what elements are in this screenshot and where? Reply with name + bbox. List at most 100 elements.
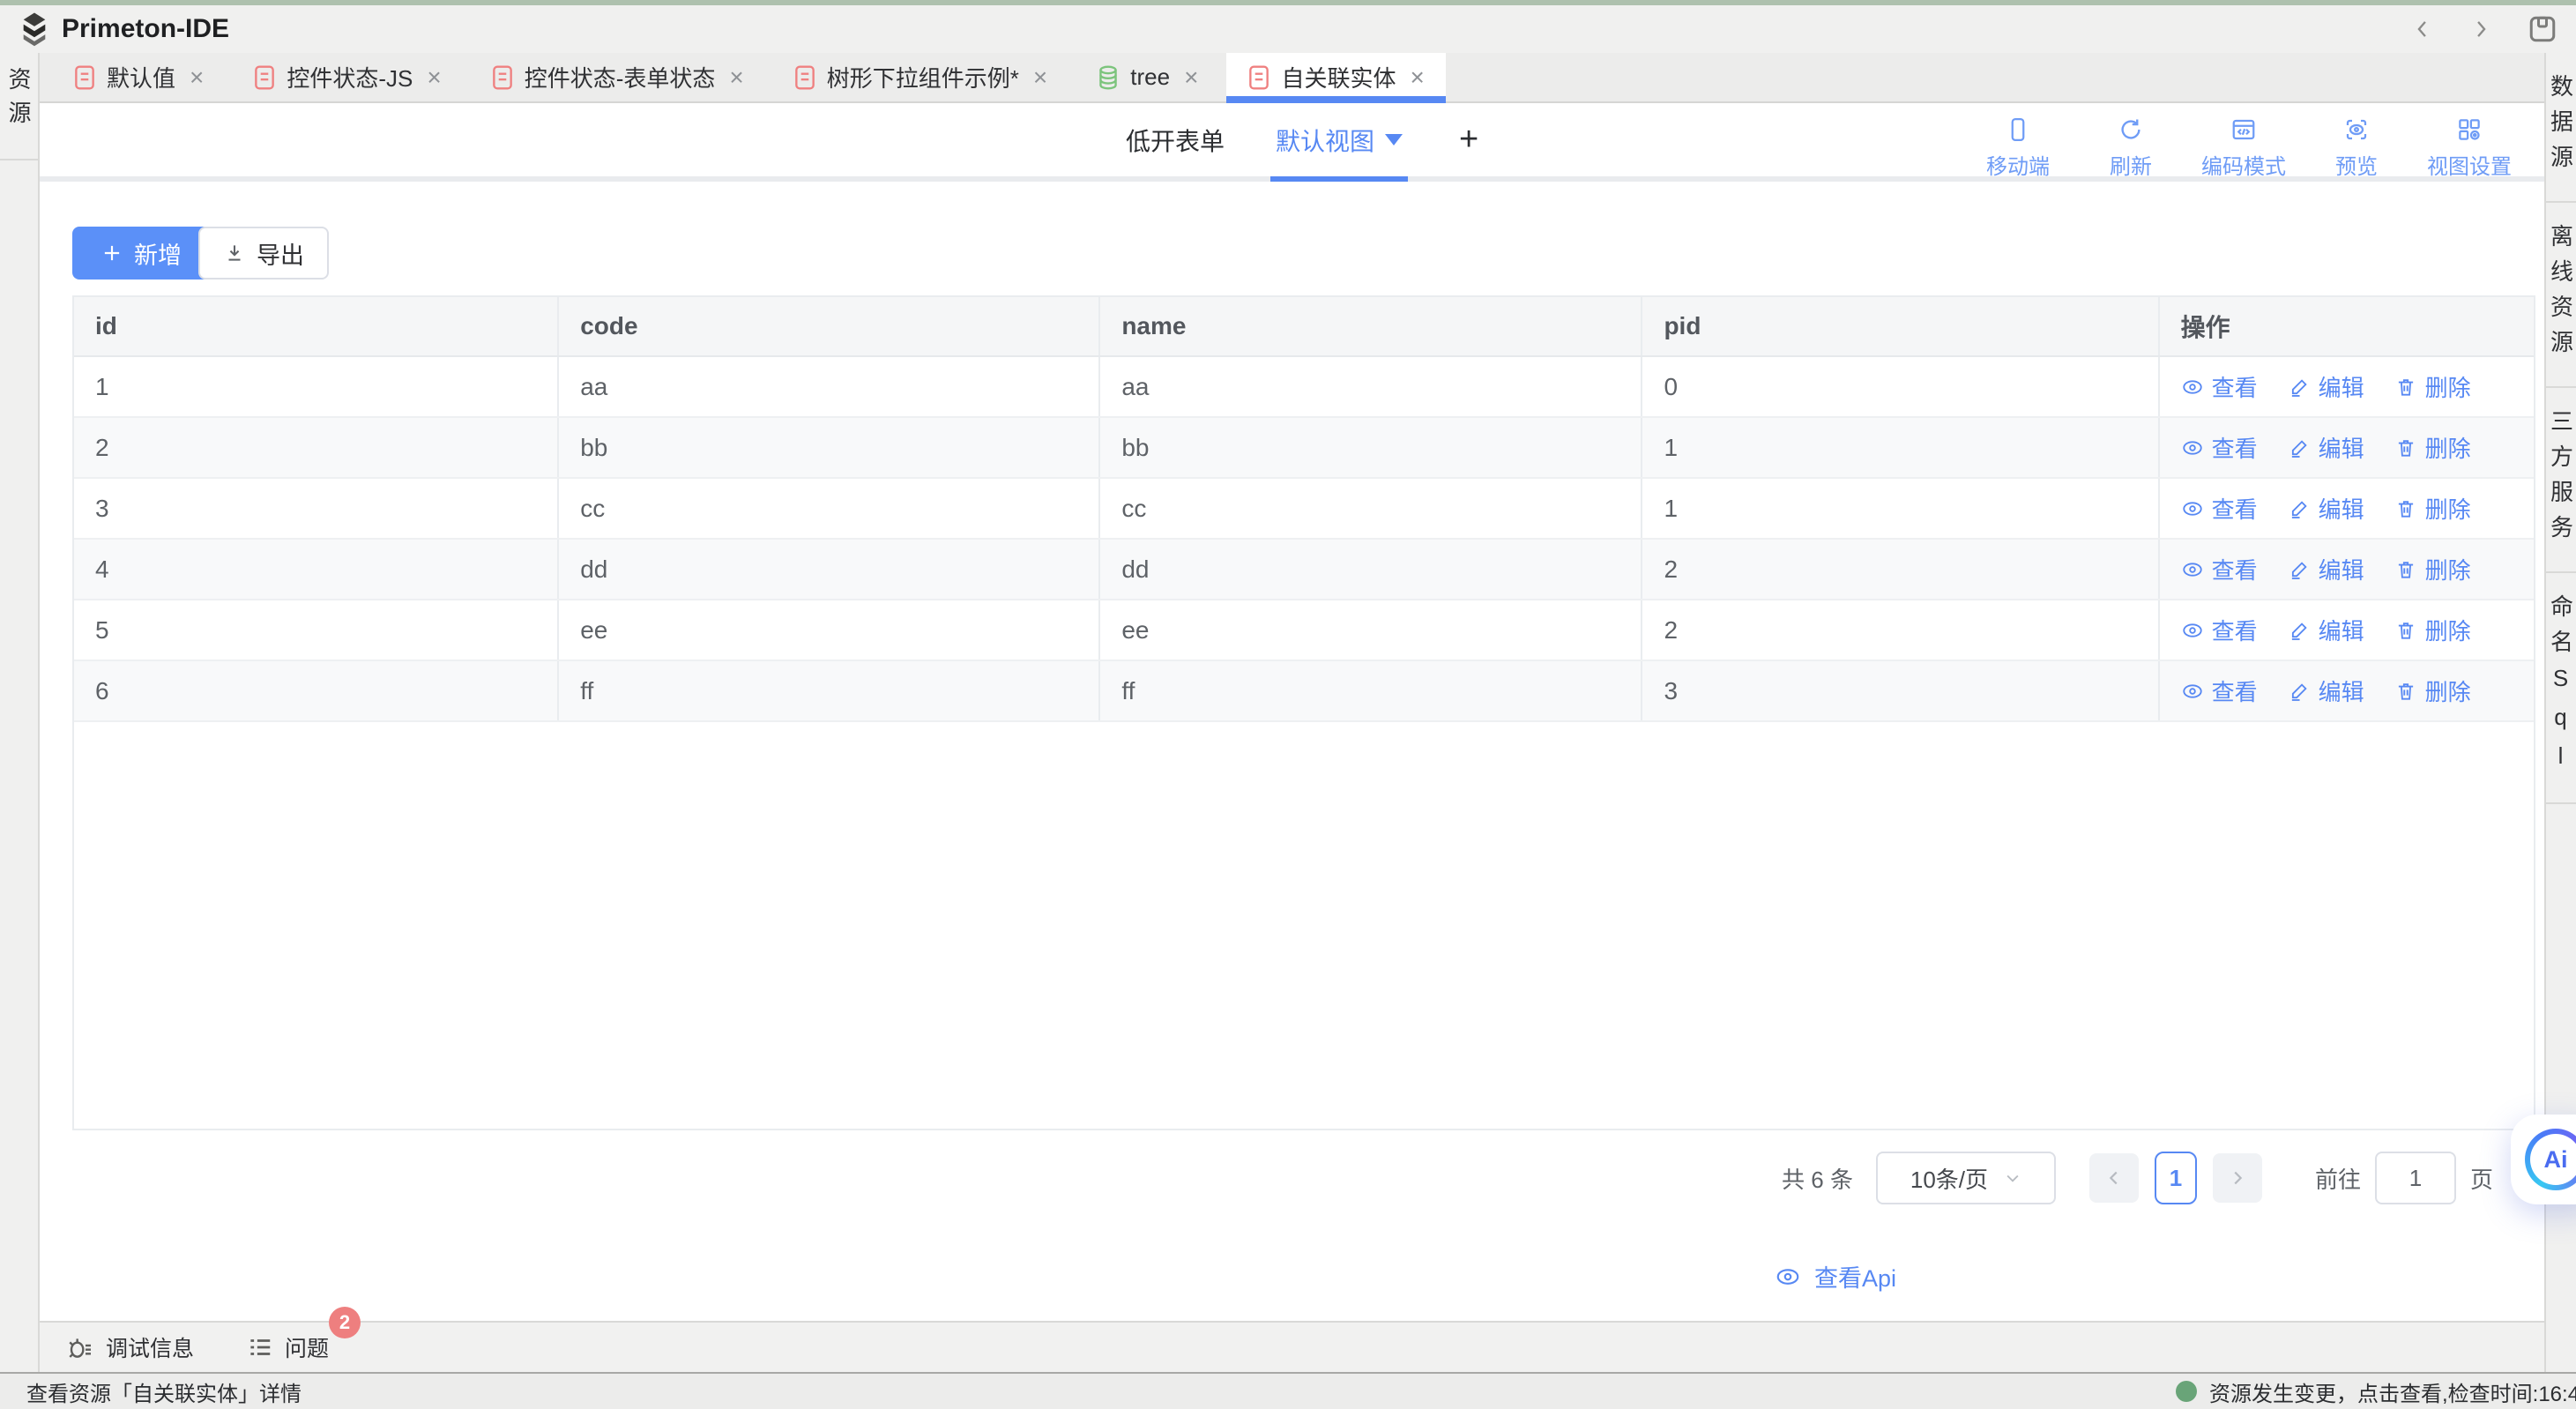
app-title: Primeton-IDE [62,14,229,44]
goto-page-label: 前往 [2315,1162,2361,1195]
mobile-preview-button[interactable]: 移动端 [1966,116,2070,180]
add-view-button[interactable]: + [1459,121,1478,159]
delete-row-link[interactable]: 删除 [2394,553,2471,585]
view-row-link[interactable]: 查看 [2181,553,2258,585]
cell-code: dd [559,540,1100,599]
editor-tab-bar: 默认值 × 控件状态-JS × 控件状态-表单状态 × 树形下拉组件示例* × … [40,53,2544,103]
cell-actions: 查看 编辑 删除 [2160,357,2534,416]
sidebar-item-thirdparty-services[interactable]: 三方服务 [2546,388,2576,573]
column-header-name[interactable]: name [1100,297,1642,355]
view-toolbar: 低开表单 默认视图 + 移动端 刷新 编码模式 预览 [40,103,2544,182]
ai-assistant-button[interactable]: Ai [2511,1115,2576,1204]
page-unit-label: 页 [2470,1162,2493,1195]
tab-control-state-js[interactable]: 控件状态-JS × [232,53,462,101]
view-actions: 移动端 刷新 编码模式 预览 视图设置 [1966,116,2521,180]
page-size-select[interactable]: 10条/页 [1876,1152,2056,1204]
tab-self-related-entity[interactable]: 自关联实体 × [1226,53,1445,101]
view-settings-icon [2456,116,2483,143]
page-number-button[interactable]: 1 [2155,1152,2197,1204]
cell-name: bb [1100,418,1642,477]
trash-icon [2394,497,2417,520]
view-row-link[interactable]: 查看 [2181,492,2258,525]
close-icon[interactable]: × [190,65,204,90]
trash-icon [2394,558,2417,581]
debug-panel-bar: 调试信息 问题 2 [40,1321,2544,1372]
column-header-code[interactable]: code [559,297,1100,355]
prev-page-button[interactable] [2089,1153,2139,1203]
view-row-link[interactable]: 查看 [2181,614,2258,646]
table-row: 1 aa aa 0 查看 编辑 删除 [74,357,2534,418]
sidebar-item-resources[interactable]: 资源 [0,53,38,160]
debug-info-button[interactable]: 调试信息 [66,1331,194,1363]
next-page-button[interactable] [2213,1153,2262,1203]
resource-change-notice[interactable]: 资源发生变更，点击查看,检查时间:16:46 [2176,1374,2576,1409]
tab-lowcode-form[interactable]: 低开表单 [1126,123,1225,158]
edit-row-link[interactable]: 编辑 [2288,553,2364,585]
cell-id: 3 [74,479,559,538]
pencil-icon [2288,558,2311,581]
sidebar-item-datasource[interactable]: 数据源 [2546,53,2576,203]
view-row-link[interactable]: 查看 [2181,370,2258,403]
cell-code: bb [559,418,1100,477]
cell-code: aa [559,357,1100,416]
pencil-icon [2288,497,2311,520]
table-row: 2 bb bb 1 查看 编辑 删除 [74,418,2534,479]
view-settings-button[interactable]: 视图设置 [2417,116,2521,180]
close-icon[interactable]: × [1410,65,1424,90]
delete-row-link[interactable]: 删除 [2394,675,2471,707]
tab-tree-dropdown-example[interactable]: 树形下拉组件示例* × [772,53,1068,101]
eye-icon [2181,619,2204,642]
preview-button[interactable]: 预览 [2304,116,2408,180]
code-mode-button[interactable]: 编码模式 [2192,116,2296,180]
tab-default-value[interactable]: 默认值 × [52,53,225,101]
form-doc-icon [1247,64,1270,91]
edit-row-link[interactable]: 编辑 [2288,492,2364,525]
title-bar-controls [2410,13,2558,45]
cell-code: ee [559,600,1100,660]
cell-pid: 0 [1642,357,2159,416]
status-left-text: 查看资源「自关联实体」详情 [26,1376,302,1407]
edit-row-link[interactable]: 编辑 [2288,675,2364,707]
delete-row-link[interactable]: 删除 [2394,370,2471,403]
cell-name: ee [1100,600,1642,660]
tab-control-state-form[interactable]: 控件状态-表单状态 × [470,53,765,101]
table-row: 4 dd dd 2 查看 编辑 删除 [74,540,2534,600]
chevron-down-icon [1385,134,1403,145]
tab-default-view[interactable]: 默认视图 [1276,103,1403,176]
form-doc-icon [253,64,276,91]
view-api-link[interactable]: 查看Api [1775,1259,1896,1293]
view-row-link[interactable]: 查看 [2181,431,2258,464]
tab-tree-entity[interactable]: tree × [1076,53,1219,101]
edit-row-link[interactable]: 编辑 [2288,431,2364,464]
close-icon[interactable]: × [729,65,743,90]
sidebar-item-offline-resources[interactable]: 离线资源 [2546,203,2576,388]
mobile-icon [2005,116,2031,143]
add-button[interactable]: 新增 [72,227,210,280]
delete-row-link[interactable]: 删除 [2394,492,2471,525]
edit-row-link[interactable]: 编辑 [2288,614,2364,646]
chevron-left-icon [2104,1168,2124,1188]
save-icon[interactable] [2527,13,2558,45]
form-doc-icon [793,64,816,91]
table-row: 6 ff ff 3 查看 编辑 删除 [74,661,2534,722]
history-forward-icon[interactable] [2468,17,2493,41]
delete-row-link[interactable]: 删除 [2394,431,2471,464]
delete-row-link[interactable]: 删除 [2394,614,2471,646]
cell-pid: 1 [1642,418,2159,477]
close-icon[interactable]: × [1184,65,1198,90]
history-back-icon[interactable] [2410,17,2435,41]
export-button[interactable]: 导出 [198,227,329,280]
ai-gradient-ring: Ai [2525,1129,2576,1190]
column-header-id[interactable]: id [74,297,559,355]
form-doc-icon [73,64,96,91]
refresh-button[interactable]: 刷新 [2079,116,2183,180]
close-icon[interactable]: × [1033,65,1047,90]
close-icon[interactable]: × [427,65,441,90]
edit-row-link[interactable]: 编辑 [2288,370,2364,403]
sidebar-item-named-sql[interactable]: 命名Sql [2546,573,2576,804]
column-header-pid[interactable]: pid [1642,297,2159,355]
view-row-link[interactable]: 查看 [2181,675,2258,707]
goto-page-input[interactable] [2375,1152,2456,1204]
ai-label: Ai [2530,1134,2576,1185]
problems-button[interactable]: 问题 2 [247,1331,329,1363]
